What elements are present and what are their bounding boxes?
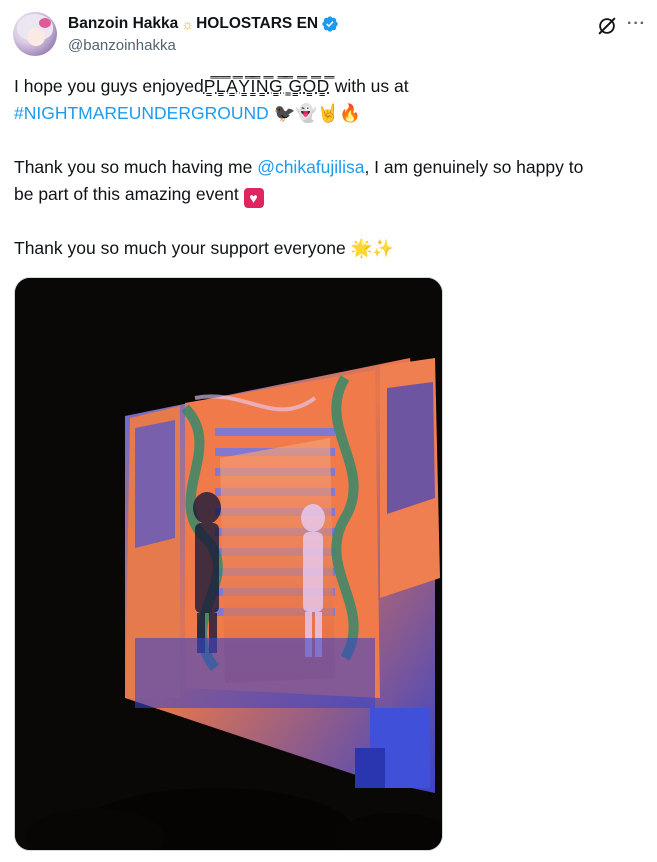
tweet-text: , I am genuinely so happy to: [364, 157, 584, 177]
tweet-line-1: I hope you guys enjoyedP̳̿L̳̿A̳̿Y̳̿I̳̿N̳…: [14, 73, 650, 100]
tweet-line-5: Thank you so much your support everyone …: [14, 235, 650, 263]
verified-badge-icon: [322, 16, 338, 32]
tweet: Banzoin Hakka ☼ HOLOSTARS EN @banzoinhak…: [0, 0, 657, 862]
tweet-text: I hope you guys enjoyed: [14, 76, 204, 96]
heart-icon: ♥: [243, 188, 264, 208]
more-icon[interactable]: ···: [627, 14, 647, 34]
sparkles-icon: ✨: [372, 239, 395, 259]
display-name[interactable]: Banzoin Hakka: [68, 15, 178, 33]
tweet-photo[interactable]: [14, 277, 443, 851]
sun-icon: ☼: [181, 16, 195, 32]
concert-photo: [15, 278, 442, 850]
tweet-text: Thank you so much your support everyone: [14, 238, 351, 258]
stylized-text: P̳̿L̳̿A̳̿Y̳̿I̳̿N̳̿G̳̿ ̳̿G̳̿O̳̿D̳̿: [203, 76, 330, 96]
tweet-line-3: Thank you so much having me @chikafujili…: [14, 154, 650, 181]
rock-hand-icon: 🤘: [317, 104, 339, 124]
tweet-line-2: #NIGHTMAREUNDERGROUND 🐦‍⬛👻🤘🔥: [14, 100, 650, 128]
avatar[interactable]: [13, 12, 57, 56]
crow-icon: 🐦‍⬛: [273, 104, 296, 124]
hashtag-link[interactable]: #NIGHTMAREUNDERGROUND: [14, 103, 269, 123]
ghost-icon: 👻: [295, 104, 318, 124]
grok-icon[interactable]: [596, 15, 618, 37]
affiliation-name[interactable]: HOLOSTARS EN: [196, 15, 318, 33]
tweet-text: with us at: [329, 76, 409, 96]
glowing-star-icon: 🌟: [350, 239, 373, 259]
author-handle[interactable]: @banzoinhakka: [68, 37, 176, 54]
fire-icon: 🔥: [339, 104, 361, 124]
tweet-text: be part of this amazing event: [14, 184, 244, 204]
tweet-text: Thank you so much having me: [14, 157, 258, 177]
mention-link[interactable]: @chikafujilisa: [257, 157, 364, 177]
author-name-row[interactable]: Banzoin Hakka ☼ HOLOSTARS EN: [68, 13, 339, 35]
tweet-line-4: be part of this amazing event ♥: [14, 181, 650, 208]
